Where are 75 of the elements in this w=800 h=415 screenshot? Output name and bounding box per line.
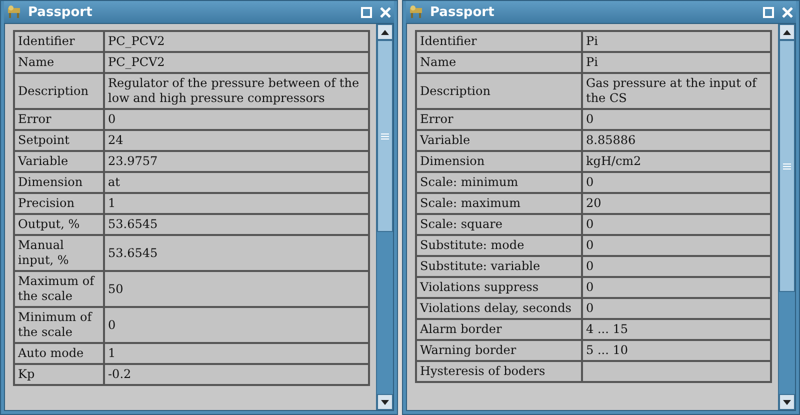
property-label: Maximum of the scale [14,271,104,307]
property-label: Name [14,52,104,73]
property-value: 8.85886 [582,130,771,151]
property-value: kgH/cm2 [582,151,771,172]
figure-icon [6,5,22,19]
property-label: Name [416,52,582,73]
property-value: 0 [582,256,771,277]
property-value: 0 [582,235,771,256]
property-label: Error [416,109,582,130]
property-value: 53.6545 [104,214,369,235]
figure-icon [408,5,424,19]
property-label: Scale: square [416,214,582,235]
property-value: Gas pressure at the input of the CS [582,73,771,109]
property-value: Pi [582,31,771,52]
property-label: Output, % [14,214,104,235]
property-label: Dimension [416,151,582,172]
property-value: 0 [582,214,771,235]
property-label: Setpoint [14,130,104,151]
property-label: Substitute: mode [416,235,582,256]
scroll-down-icon[interactable] [779,394,795,410]
scroll-up-icon[interactable] [779,24,795,40]
property-label: Variable [14,151,104,172]
property-value: 1 [104,193,369,214]
close-button[interactable] [379,6,392,18]
property-value: 0 [582,109,771,130]
maximize-button[interactable] [360,6,373,18]
property-value: Regulator of the pressure between of the low and high pressure compressors [104,73,369,109]
property-value: 23.9757 [104,151,369,172]
maximize-button[interactable] [762,6,775,18]
property-value: 24 [104,130,369,151]
property-value: 5 ... 10 [582,340,771,361]
property-value: PC_PCV2 [104,31,369,52]
scroll-up-icon[interactable] [377,24,393,40]
scroll-thumb[interactable] [377,40,393,232]
property-label: Warning border [416,340,582,361]
property-label: Auto mode [14,343,104,364]
property-value: 1 [104,343,369,364]
property-label: Description [416,73,582,109]
scrollbar[interactable] [376,24,393,410]
property-value: 0 [582,277,771,298]
property-label: Identifier [14,31,104,52]
property-value: Pi [582,52,771,73]
property-label: Precision [14,193,104,214]
property-value: PC_PCV2 [104,52,369,73]
property-value: 53.6545 [104,235,369,271]
scroll-down-icon[interactable] [377,394,393,410]
property-value: 0 [582,298,771,319]
property-label: Violations suppress [416,277,582,298]
property-value: -0.2 [104,364,369,385]
property-label: Variable [416,130,582,151]
property-label: Violations delay, seconds [416,298,582,319]
window-title: Passport [430,4,496,20]
property-label: Substitute: variable [416,256,582,277]
scroll-thumb[interactable] [779,40,795,292]
property-label: Hysteresis of boders [416,361,582,382]
window-title: Passport [28,4,94,20]
property-label: Scale: minimum [416,172,582,193]
property-value: 50 [104,271,369,307]
close-button[interactable] [781,6,794,18]
scrollbar[interactable] [778,24,795,410]
property-label: Scale: maximum [416,193,582,214]
property-value: 0 [582,172,771,193]
property-value: 0 [104,307,369,343]
property-value: 4 ... 15 [582,319,771,340]
property-label: Identifier [416,31,582,52]
property-label: Dimension [14,172,104,193]
property-label: Error [14,109,104,130]
property-value: at [104,172,369,193]
property-label: Minimum of the scale [14,307,104,343]
property-label: Kp [14,364,104,385]
property-value: 20 [582,193,771,214]
property-label: Alarm border [416,319,582,340]
property-label: Manual input, % [14,235,104,271]
property-label: Description [14,73,104,109]
property-value: 0 [104,109,369,130]
